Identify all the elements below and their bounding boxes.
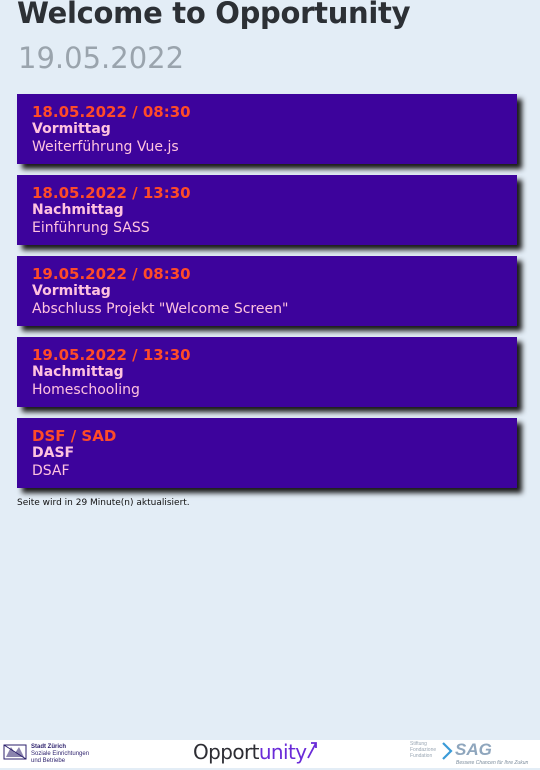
schedule-list: 18.05.2022 / 08:30 Vormittag Weiterführu… bbox=[17, 94, 517, 499]
card-period: Nachmittag bbox=[32, 202, 124, 218]
card-datetime: 19.05.2022 / 08:30 bbox=[32, 265, 191, 283]
sag-small-line3: Fundation bbox=[410, 753, 433, 759]
page-title: Welcome to Opportunity bbox=[17, 0, 411, 30]
card-topic: Einführung SASS bbox=[32, 220, 150, 236]
current-date: 19.05.2022 bbox=[18, 41, 185, 75]
stadt-zuerich-logo: Stadt Zürich Soziale Einrichtungen und B… bbox=[3, 743, 103, 765]
arrow-up-right-icon bbox=[307, 742, 318, 759]
card-period: Vormittag bbox=[32, 283, 111, 299]
city-department-line2: und Betriebe bbox=[31, 758, 66, 764]
card-topic: Abschluss Projekt "Welcome Screen" bbox=[32, 301, 289, 317]
refresh-notice: Seite wird in 29 Minute(n) aktualisiert. bbox=[17, 498, 190, 508]
card-datetime: 18.05.2022 / 08:30 bbox=[32, 103, 191, 121]
opportunity-logo-part2: unity bbox=[258, 740, 307, 764]
opportunity-logo: Opportunity bbox=[193, 740, 318, 764]
card-topic: Homeschooling bbox=[32, 382, 140, 398]
card-datetime: DSF / SAD bbox=[32, 427, 117, 445]
schedule-card: 18.05.2022 / 13:30 Nachmittag Einführung… bbox=[17, 175, 517, 245]
schedule-card: 19.05.2022 / 13:30 Nachmittag Homeschool… bbox=[17, 337, 517, 407]
card-period: DASF bbox=[32, 445, 75, 461]
sag-logo: Stiftung Fondazione Fundation SAG Besser… bbox=[408, 740, 540, 768]
chevron-right-icon bbox=[442, 742, 453, 760]
sag-tagline: Bessere Chancen für Ihre Zukun bbox=[456, 760, 529, 766]
card-topic: DSAF bbox=[32, 463, 70, 479]
card-datetime: 18.05.2022 / 13:30 bbox=[32, 184, 191, 202]
city-department-line1: Soziale Einrichtungen bbox=[31, 751, 90, 757]
city-department: Soziale Einrichtungen und Betriebe bbox=[31, 751, 89, 765]
schedule-card: 19.05.2022 / 08:30 Vormittag Abschluss P… bbox=[17, 256, 517, 326]
card-period: Nachmittag bbox=[32, 364, 124, 380]
sag-name: SAG bbox=[455, 740, 492, 759]
opportunity-logo-part1: Opport bbox=[193, 740, 259, 764]
card-period: Vormittag bbox=[32, 121, 111, 137]
city-name: Stadt Zürich bbox=[31, 744, 67, 750]
schedule-card: DSF / SAD DASF DSAF bbox=[17, 418, 517, 488]
sag-foundation-names: Stiftung Fondazione Fundation bbox=[410, 741, 436, 759]
footer-logo-bar: Stadt Zürich Soziale Einrichtungen und B… bbox=[0, 740, 540, 768]
card-datetime: 19.05.2022 / 13:30 bbox=[32, 346, 191, 364]
card-topic: Weiterführung Vue.js bbox=[32, 139, 179, 155]
zurich-coat-of-arms-icon bbox=[3, 744, 27, 760]
schedule-card: 18.05.2022 / 08:30 Vormittag Weiterführu… bbox=[17, 94, 517, 164]
